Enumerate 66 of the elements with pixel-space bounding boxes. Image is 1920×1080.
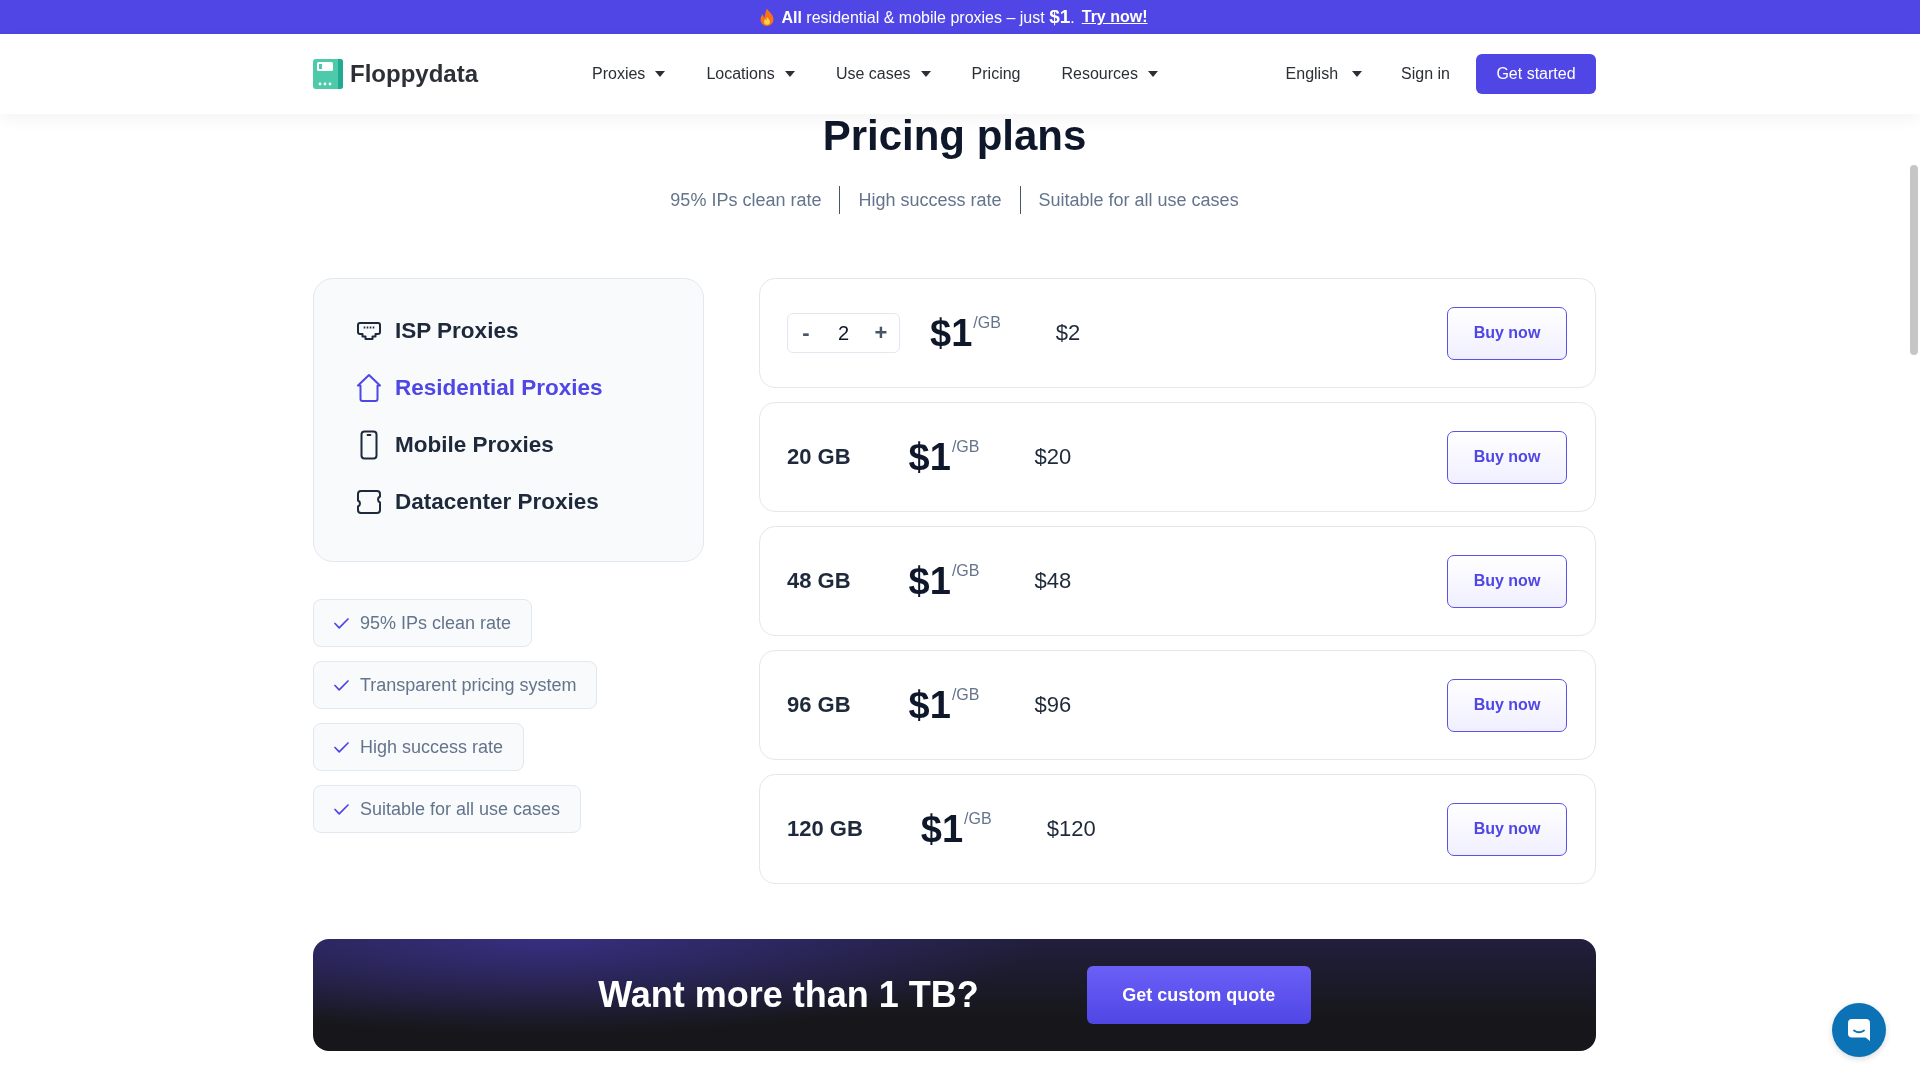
check-icon bbox=[334, 803, 349, 815]
unit-price: $1 bbox=[908, 561, 951, 601]
price-unit: /GB bbox=[964, 810, 992, 828]
chat-bubble-icon bbox=[1847, 1018, 1871, 1042]
sign-in-link[interactable]: Sign in bbox=[1401, 65, 1450, 83]
promo-text: All residential & mobile proxies – just $1. bbox=[781, 6, 1075, 28]
decrement-button[interactable]: - bbox=[788, 315, 824, 351]
price-unit: /GB bbox=[951, 686, 980, 704]
unit-price: $1 bbox=[920, 809, 964, 849]
feature-text: Transparent pricing system bbox=[360, 674, 577, 696]
plan-size: 96 GB bbox=[787, 692, 851, 718]
quantity-stepper[interactable]: - 2 + bbox=[787, 313, 900, 353]
ticket-icon bbox=[356, 489, 382, 515]
check-icon bbox=[334, 617, 349, 629]
buy-now-button[interactable]: Buy now bbox=[1447, 430, 1567, 484]
caret-icon bbox=[1352, 71, 1363, 77]
chat-button[interactable] bbox=[1832, 1003, 1886, 1057]
price-unit: /GB bbox=[951, 438, 980, 456]
scrollbar-thumb[interactable] bbox=[1910, 165, 1918, 355]
plan-total: $2 bbox=[1055, 320, 1081, 346]
unit-price: $1 bbox=[908, 685, 951, 725]
unit-price: $1 bbox=[908, 437, 951, 477]
feature-text: High success rate bbox=[360, 736, 504, 758]
increment-button[interactable]: + bbox=[863, 315, 899, 351]
nav-link[interactable]: Locations bbox=[706, 65, 795, 83]
check-icon bbox=[334, 741, 349, 753]
highlight-text: High success rate bbox=[858, 189, 1002, 211]
language-selector[interactable]: English bbox=[1285, 65, 1363, 83]
buy-now-button[interactable]: Buy now bbox=[1447, 554, 1567, 608]
plan-total: $20 bbox=[1034, 444, 1072, 470]
ethernet-port-icon bbox=[356, 321, 382, 341]
unit-price: $1 bbox=[930, 313, 973, 353]
try-now-link[interactable]: Try now! bbox=[1081, 8, 1148, 26]
buy-now-button[interactable]: Buy now bbox=[1447, 802, 1567, 856]
nav-link[interactable]: Use cases bbox=[835, 65, 931, 83]
page-title: Pricing plans bbox=[821, 114, 1088, 158]
banner-heading: Want more than 1 TB? bbox=[598, 974, 979, 1016]
product-option[interactable]: Mobile Proxies bbox=[355, 428, 554, 462]
smartphone-icon bbox=[360, 430, 378, 460]
plan-size: 20 GB bbox=[787, 444, 851, 470]
product-option[interactable]: ISP Proxies bbox=[355, 314, 519, 348]
quantity-input[interactable]: 2 bbox=[824, 321, 863, 345]
brand-logo[interactable]: Floppydata bbox=[313, 59, 478, 89]
price-unit: /GB bbox=[973, 314, 1001, 332]
plan-total: $120 bbox=[1046, 816, 1096, 842]
plan-size: 120 GB bbox=[787, 816, 863, 842]
custom-quote-button[interactable]: Get custom quote bbox=[1086, 966, 1311, 1024]
highlight-text: Suitable for all use cases bbox=[1038, 189, 1239, 211]
buy-now-button[interactable]: Buy now bbox=[1447, 678, 1567, 732]
buy-now-button[interactable]: Buy now bbox=[1447, 306, 1567, 360]
feature-text: 95% IPs clean rate bbox=[360, 612, 512, 634]
flame-icon bbox=[760, 8, 775, 26]
house-icon bbox=[356, 373, 382, 403]
nav-link[interactable]: Proxies bbox=[592, 65, 666, 83]
nav-link[interactable]: Resources bbox=[1061, 65, 1158, 83]
feature-text: Suitable for all use cases bbox=[360, 798, 561, 820]
check-icon bbox=[334, 679, 349, 691]
plan-total: $96 bbox=[1034, 692, 1072, 718]
price-unit: /GB bbox=[951, 562, 980, 580]
highlight-text: 95% IPs clean rate bbox=[670, 189, 822, 211]
nav-link[interactable]: Pricing bbox=[971, 65, 1021, 83]
plan-total: $48 bbox=[1034, 568, 1072, 594]
product-option[interactable]: Datacenter Proxies bbox=[355, 485, 599, 519]
plan-size: 48 GB bbox=[787, 568, 851, 594]
product-option[interactable]: Residential Proxies bbox=[355, 371, 603, 405]
get-started-button[interactable]: Get started bbox=[1476, 54, 1596, 94]
